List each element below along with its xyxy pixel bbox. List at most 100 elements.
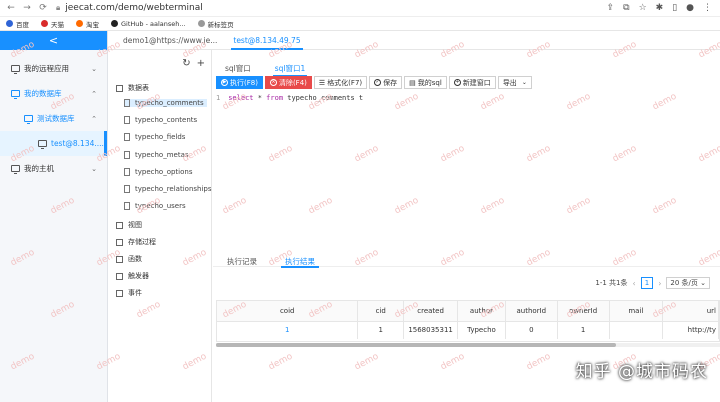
- screenshot-icon[interactable]: ⧉: [623, 3, 629, 13]
- folder-icon: [116, 238, 123, 246]
- zhihu-watermark: 知乎 @城市码农: [575, 362, 708, 382]
- tree-group-functions[interactable]: 函数: [116, 254, 142, 264]
- tree-group-triggers[interactable]: 触发器: [116, 271, 149, 281]
- table-icon: [124, 133, 130, 141]
- sidebar-item-my-hosts[interactable]: 我的主机 ⌄: [0, 156, 107, 181]
- bookmark-newtab[interactable]: 新标签页: [197, 19, 234, 29]
- next-page-icon[interactable]: ›: [658, 279, 661, 288]
- table-cell[interactable]: 1: [357, 321, 405, 339]
- table-icon: [124, 202, 130, 210]
- column-header[interactable]: url: [662, 301, 719, 322]
- folder-icon: [116, 221, 123, 229]
- column-header[interactable]: created: [403, 301, 459, 322]
- chevron-down-icon: ⌄: [91, 64, 97, 73]
- table-cell[interactable]: 1568035311: [403, 321, 459, 339]
- share-icon[interactable]: ⇪: [607, 3, 615, 13]
- tab-sql-window[interactable]: sql窗口: [213, 61, 263, 75]
- taobao-icon: [76, 20, 83, 27]
- address-bar[interactable]: 🔒︎ jeecat.com/demo/webterminal: [56, 3, 203, 13]
- sidebar-item-test-connection[interactable]: test@8.134....: [0, 131, 107, 156]
- table-cell[interactable]: 0: [505, 321, 558, 339]
- monitor-icon: [11, 90, 20, 99]
- column-header[interactable]: coid: [217, 301, 359, 322]
- table-icon: [124, 116, 130, 124]
- column-header[interactable]: ownerId: [557, 301, 610, 322]
- my-sql-button[interactable]: ▤ 我的sql: [404, 76, 447, 89]
- scrollbar-thumb[interactable]: [216, 343, 616, 347]
- clear-button[interactable]: × 清除(F4): [264, 76, 312, 89]
- tab-execution-result[interactable]: 执行结果: [271, 255, 329, 268]
- table-cell[interactable]: 1: [217, 321, 359, 339]
- save-button[interactable]: ✓ 保存: [369, 76, 403, 89]
- object-tree: ↻ + 数据表 typecho_comments typecho_content…: [108, 50, 212, 402]
- table-cell[interactable]: [609, 321, 664, 339]
- back-icon[interactable]: ←: [6, 3, 16, 13]
- column-header[interactable]: mail: [609, 301, 664, 322]
- result-grid: coid cid created author authorId ownerId…: [216, 300, 720, 342]
- table-row[interactable]: 1 1 1568035311 Typecho 0 1 http://ty: [217, 321, 719, 339]
- folder-icon: [116, 84, 123, 92]
- extensions-icon[interactable]: ✱: [656, 3, 664, 13]
- baidu-icon: [6, 20, 13, 27]
- account-icon[interactable]: ●: [686, 3, 694, 13]
- table-header-row: coid cid created author authorId ownerId…: [217, 301, 719, 322]
- bookmark-tmall[interactable]: 天猫: [41, 19, 64, 29]
- table-cell[interactable]: Typecho: [457, 321, 506, 339]
- tree-table-item[interactable]: typecho_users: [124, 202, 186, 210]
- menu-icon[interactable]: ⋮: [703, 3, 712, 13]
- tree-group-tables[interactable]: 数据表: [116, 83, 149, 93]
- new-window-button[interactable]: + 新建窗口: [448, 76, 496, 89]
- tree-table-item[interactable]: typecho_contents: [124, 116, 197, 124]
- result-tabs: 执行记录 执行结果: [213, 255, 720, 268]
- monitor-icon: [24, 115, 33, 124]
- tree-group-views[interactable]: 视图: [116, 220, 142, 230]
- format-button[interactable]: ☰ 格式化(F7): [313, 76, 368, 89]
- tree-group-events[interactable]: 事件: [116, 288, 142, 298]
- url-text[interactable]: jeecat.com/demo/webterminal: [65, 3, 202, 13]
- reload-icon[interactable]: ⟳: [38, 3, 48, 13]
- format-icon: ☰: [318, 78, 326, 87]
- tree-table-item[interactable]: typecho_options: [124, 168, 193, 176]
- table-icon: [124, 151, 130, 159]
- tree-group-procedures[interactable]: 存储过程: [116, 237, 156, 247]
- bookmark-github[interactable]: GitHub - aalanseh...: [111, 20, 186, 28]
- folder-icon: [116, 255, 123, 263]
- export-dropdown[interactable]: 导出 ⌄: [497, 76, 532, 89]
- table-cell[interactable]: http://ty: [662, 321, 719, 339]
- github-icon: [111, 20, 118, 27]
- sql-icon: ▤: [409, 78, 416, 87]
- tree-table-item[interactable]: typecho_metas: [124, 151, 189, 159]
- horizontal-scrollbar[interactable]: [216, 343, 720, 347]
- sidebar-item-remote-apps[interactable]: 我的远程应用 ⌄: [0, 56, 107, 81]
- tab-sql-window-1[interactable]: sql窗口1: [263, 61, 318, 77]
- sidebar-toggle-icon[interactable]: ▯: [672, 3, 677, 13]
- run-button[interactable]: ▶ 执行(F8): [216, 76, 263, 89]
- prev-page-icon[interactable]: ‹: [633, 279, 636, 288]
- column-header[interactable]: authorId: [505, 301, 558, 322]
- sidebar-item-my-databases[interactable]: 我的数据库 ⌃: [0, 81, 107, 106]
- refresh-icon[interactable]: ↻: [182, 58, 190, 69]
- bookmark-taobao[interactable]: 淘宝: [76, 19, 99, 29]
- tree-table-item[interactable]: typecho_comments: [124, 99, 207, 107]
- tree-table-item[interactable]: typecho_relationships: [124, 185, 212, 193]
- column-header[interactable]: author: [457, 301, 506, 322]
- add-icon[interactable]: +: [197, 58, 205, 69]
- plus-icon: +: [453, 79, 461, 86]
- table-cell[interactable]: 1: [557, 321, 610, 339]
- column-header[interactable]: cid: [357, 301, 405, 322]
- collapse-sidebar-button[interactable]: <: [0, 31, 107, 50]
- sql-code-area[interactable]: 1 select * from typecho_comments t: [216, 94, 363, 102]
- tab-test[interactable]: test@8.134.49.75: [225, 31, 308, 50]
- page-size-select[interactable]: 20 条/页 ⌄: [666, 277, 710, 289]
- page-number[interactable]: 1: [640, 277, 654, 289]
- star-icon[interactable]: ☆: [639, 3, 647, 13]
- chevron-down-icon: ⌄: [700, 279, 706, 287]
- bookmark-baidu[interactable]: 百度: [6, 19, 29, 29]
- sidebar-item-test-database[interactable]: 测试数据库 ⌃: [0, 106, 107, 131]
- forward-icon[interactable]: →: [22, 3, 32, 13]
- tab-demo1[interactable]: demo1@https://www.je...: [108, 31, 225, 50]
- tree-table-item[interactable]: typecho_fields: [124, 133, 185, 141]
- pager-range: 1-1 共1条: [595, 279, 628, 287]
- tab-execution-log[interactable]: 执行记录: [213, 255, 271, 267]
- lock-icon: 🔒︎: [56, 3, 61, 12]
